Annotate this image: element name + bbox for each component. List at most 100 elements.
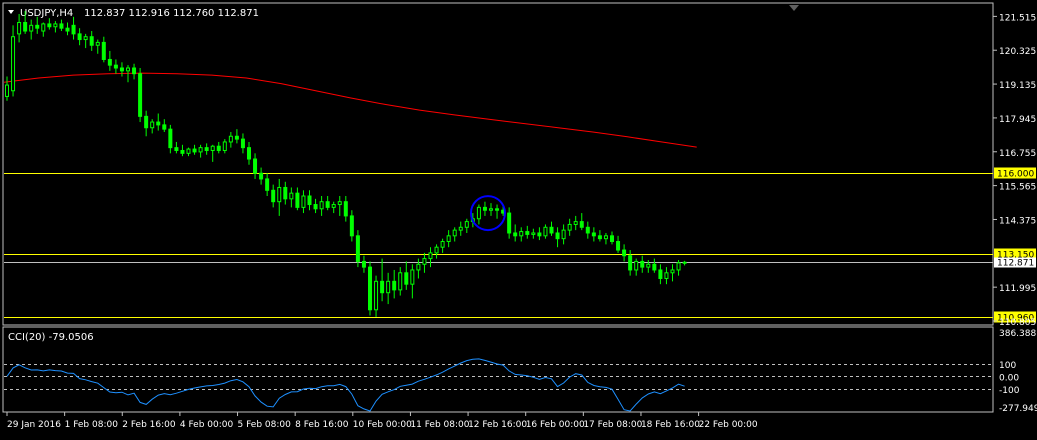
- candle-body: [422, 258, 427, 265]
- current-price-label: 112.871: [997, 259, 1034, 269]
- time-tick-label: 16 Feb 00:00: [526, 420, 585, 430]
- candle-body: [410, 269, 415, 285]
- time-tick-label: 17 Feb 08:00: [583, 420, 642, 430]
- candle-body: [416, 263, 421, 271]
- candle-body: [652, 263, 657, 271]
- candle-body: [253, 158, 258, 174]
- time-tick-label: 1 Feb 08:00: [65, 420, 119, 430]
- candle-body: [579, 221, 584, 228]
- price-tick-label: 117.945: [999, 115, 1036, 125]
- candle-body: [186, 148, 191, 154]
- candle-body: [65, 27, 70, 32]
- candle-body: [664, 272, 669, 279]
- candle-body: [289, 192, 294, 200]
- candle-body: [234, 135, 239, 140]
- candle-body: [150, 121, 155, 129]
- price-tick-label: 110.805: [999, 318, 1036, 328]
- candle-body: [543, 226, 548, 237]
- candle-body: [349, 215, 354, 237]
- candle-body: [337, 201, 342, 206]
- candle-body: [156, 121, 161, 126]
- candle-body: [271, 189, 276, 203]
- candle-body: [41, 23, 46, 32]
- candle-body: [380, 280, 385, 294]
- candle-body: [489, 208, 493, 211]
- candle-body: [277, 186, 282, 203]
- time-tick-label: 8 Feb 16:00: [295, 420, 349, 430]
- candle-body: [519, 231, 524, 237]
- candle-body: [162, 124, 167, 130]
- candle-body: [368, 266, 372, 311]
- candle-body: [240, 138, 245, 149]
- candle-body: [331, 204, 336, 208]
- chart-window[interactable]: USDJPY,H4 112.837 112.916 112.760 112.87…: [0, 0, 1037, 436]
- candle-body: [374, 280, 379, 311]
- candle-body: [180, 149, 185, 154]
- candle-body: [476, 206, 481, 220]
- candle-body: [482, 206, 487, 211]
- time-tick-label: 12 Feb 16:00: [468, 420, 527, 430]
- candle-body: [307, 195, 312, 206]
- candle-body: [23, 21, 28, 32]
- time-tick-label: 10 Feb 00:00: [353, 420, 412, 430]
- candle-body: [682, 261, 687, 264]
- candle-body: [507, 212, 512, 234]
- candle-body: [676, 262, 681, 271]
- candle-body: [610, 235, 614, 243]
- candle-body: [573, 221, 578, 225]
- candle-body: [168, 128, 173, 149]
- chart-canvas[interactable]: USDJPY,H4 112.837 112.916 112.760 112.87…: [0, 0, 1037, 436]
- candle-body: [458, 226, 463, 231]
- candle-body: [404, 272, 409, 285]
- candle-body: [531, 232, 536, 235]
- candle-body: [392, 280, 397, 291]
- candle-body: [138, 73, 143, 117]
- candle-body: [47, 23, 52, 28]
- candle-body: [561, 229, 566, 240]
- candle-body: [95, 41, 100, 46]
- candle-body: [101, 41, 106, 60]
- candle-body: [228, 135, 233, 143]
- candle-body: [495, 208, 500, 211]
- candle-body: [555, 232, 560, 240]
- cci-tick-label: -100: [999, 386, 1020, 396]
- candle-body: [59, 23, 64, 29]
- candle-body: [192, 148, 197, 153]
- candle-body: [174, 147, 179, 151]
- candle-body: [132, 67, 137, 75]
- candle-body: [319, 201, 324, 210]
- candle-body: [5, 84, 9, 97]
- candle-body: [464, 221, 469, 228]
- candle-body: [295, 192, 300, 208]
- candle-body: [77, 33, 82, 41]
- candle-body: [247, 147, 251, 160]
- candle-body: [355, 235, 360, 262]
- candle-body: [259, 172, 264, 180]
- candle-body: [343, 201, 348, 217]
- candle-body: [670, 269, 675, 274]
- ohlc-values: 112.837 112.916 112.760 112.871: [84, 8, 259, 19]
- candle-body: [144, 115, 149, 129]
- candle-body: [398, 272, 403, 291]
- price-tick-label: 115.565: [999, 183, 1036, 193]
- candle-body: [597, 235, 602, 240]
- candle-body: [325, 201, 330, 208]
- candle-body: [89, 36, 94, 46]
- candle-body: [628, 255, 633, 271]
- candle-body: [585, 226, 590, 234]
- candle-body: [71, 24, 76, 35]
- time-tick-label: 11 Feb 08:00: [410, 420, 469, 430]
- candle-body: [53, 23, 58, 28]
- candle-body: [658, 269, 663, 279]
- candle-body: [646, 263, 651, 268]
- candle-body: [210, 145, 215, 151]
- candle-body: [567, 223, 572, 231]
- candle-body: [603, 235, 608, 240]
- candle-body: [222, 141, 227, 151]
- candle-body: [126, 67, 130, 72]
- candle-body: [361, 260, 366, 268]
- candle-body: [119, 67, 124, 72]
- candle-body: [17, 21, 22, 35]
- candle-body: [440, 241, 445, 248]
- price-tick-label: 120.325: [999, 47, 1036, 57]
